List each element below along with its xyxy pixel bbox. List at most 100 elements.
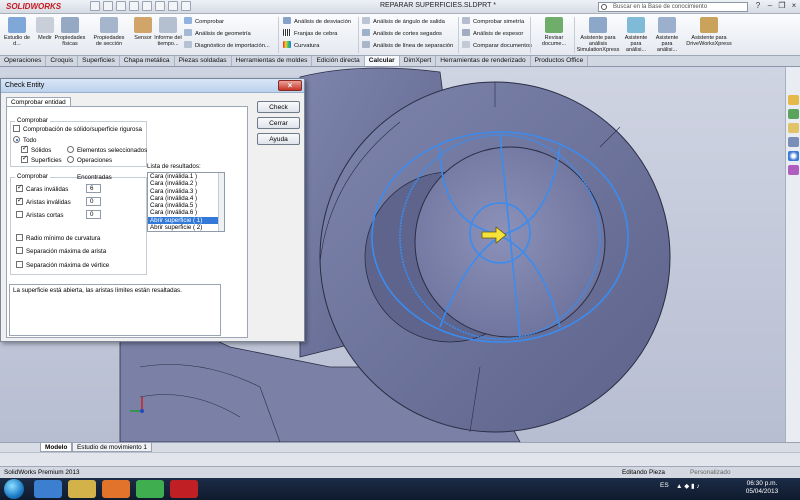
close-button[interactable]: Cerrar — [257, 117, 300, 129]
clock-date: 05/04/2013 — [745, 488, 779, 495]
tab-dimxpert[interactable]: DimXpert — [400, 56, 437, 66]
solidworks-logo[interactable]: SOLIDWORKS — [2, 1, 65, 13]
view-palette-icon[interactable] — [788, 137, 799, 147]
clock[interactable]: 06:30 p.m. 05/04/2013 — [742, 480, 782, 496]
dftxpress-button[interactable]: Asistente para análisi... — [652, 17, 682, 53]
thickness-analysis-button[interactable]: Análisis de espesor — [462, 29, 523, 38]
tab-piezas-soldadas[interactable]: Piezas soldadas — [175, 56, 232, 66]
undo-icon[interactable] — [142, 1, 152, 11]
result-item[interactable]: Abrir superficie ( 2) — [148, 224, 224, 231]
driveworksxpress-button[interactable]: Asistente para DriveWorksXpress — [684, 17, 734, 47]
solids-checkbox[interactable]: Sólidos — [21, 145, 51, 155]
result-item[interactable]: Cara (inválida.2 ) — [148, 180, 224, 187]
short-edges-checkbox[interactable]: Aristas cortas — [16, 211, 63, 220]
surfaces-checkbox[interactable]: Superficies — [21, 155, 62, 165]
rigorous-check-checkbox[interactable]: Comprobación de sólido/superficie riguro… — [13, 125, 142, 134]
tab-model[interactable]: Modelo — [40, 443, 73, 452]
restore-icon[interactable]: ❐ — [776, 1, 788, 12]
result-item[interactable]: Cara (inválida.3 ) — [148, 188, 224, 195]
max-vertex-gap-checkbox[interactable]: Separación máxima de vértice — [16, 261, 109, 270]
check-button[interactable]: Check — [257, 101, 300, 113]
custom-properties-icon[interactable] — [788, 165, 799, 175]
edit-mode: Editando Pieza — [622, 469, 665, 476]
open-file-icon[interactable] — [103, 1, 113, 11]
undercut-analysis-button[interactable]: Análisis de cortes segados — [362, 29, 442, 38]
close-window-icon[interactable]: × — [788, 1, 800, 12]
results-listbox[interactable]: Cara (inválida.1 ) Cara (inválida.2 ) Cara… — [147, 172, 225, 232]
result-item[interactable]: Cara (inválida.1 ) — [148, 173, 224, 180]
operations-radio[interactable]: Operaciones — [67, 156, 112, 165]
chrome-icon[interactable] — [136, 480, 164, 498]
tab-herramientas-de-moldes[interactable]: Herramientas de moldes — [232, 56, 313, 66]
new-file-icon[interactable] — [90, 1, 100, 11]
max-edge-gap-checkbox[interactable]: Separación máxima de arista — [16, 247, 106, 256]
print-icon[interactable] — [129, 1, 139, 11]
tab-motion-study[interactable]: Estudio de movimiento 1 — [72, 443, 152, 452]
tray-icons[interactable]: ▲ ◆ ▮ ♪ — [676, 482, 700, 490]
tab-chapa-metálica[interactable]: Chapa metálica — [120, 56, 175, 66]
media-player-icon[interactable] — [102, 480, 130, 498]
rebuild-icon[interactable] — [168, 1, 178, 11]
internet-explorer-icon[interactable] — [34, 480, 62, 498]
undercut-analysis-icon — [362, 29, 370, 36]
select-icon[interactable] — [155, 1, 165, 11]
file-explorer-icon[interactable] — [788, 123, 799, 133]
tab-superficies[interactable]: Superficies — [78, 56, 120, 66]
result-item[interactable]: Abrir superficie ( 1) — [148, 216, 224, 225]
mass-properties-icon — [61, 17, 79, 33]
tab-herramientas-de-renderizado[interactable]: Herramientas de renderizado — [436, 56, 531, 66]
options-icon[interactable] — [181, 1, 191, 11]
result-item[interactable]: Cara (inválida.6 ) — [148, 209, 224, 216]
language-indicator[interactable]: ES — [660, 482, 669, 489]
symmetry-check-button[interactable]: Comprobar simetría — [462, 17, 524, 26]
appearances-icon[interactable] — [788, 151, 799, 161]
help-icon[interactable]: ? — [752, 1, 764, 12]
start-button[interactable] — [4, 479, 24, 499]
parting-line-analysis-button[interactable]: Análisis de línea de separación — [362, 41, 453, 50]
curvature-button[interactable]: Curvatura — [283, 41, 319, 50]
resources-icon[interactable] — [788, 95, 799, 105]
simulationxpress-icon — [589, 17, 607, 33]
min-curvature-checkbox[interactable]: Radio mínimo de curvatura — [16, 234, 100, 243]
tab-productos-office[interactable]: Productos Office — [531, 56, 589, 66]
units-custom[interactable]: Personalizado — [690, 467, 731, 478]
section-properties-button[interactable]: Propiedades de sección — [90, 17, 128, 47]
tab-croquis[interactable]: Croquis — [46, 56, 79, 66]
tab-operaciones[interactable]: Operaciones — [0, 56, 47, 66]
invalid-faces-checkbox[interactable]: Caras inválidas — [16, 184, 68, 194]
zebra-stripes-button[interactable]: Franjas de cebra — [283, 29, 338, 38]
import-diagnostics-button[interactable]: Diagnóstico de importación... — [184, 41, 270, 50]
title-bar: SOLIDWORKS REPARAR SUPERFICIES.SLDPRT * … — [0, 0, 800, 14]
help-button[interactable]: Ayuda — [257, 133, 300, 145]
result-item[interactable]: Cara (inválida.5 ) — [148, 202, 224, 209]
search-icon — [601, 4, 607, 10]
mass-properties-button[interactable]: Propiedades físicas — [54, 17, 86, 47]
simulationxpress-button[interactable]: Asistente para análisis SimulationXpress — [576, 17, 620, 53]
results-scrollbar[interactable] — [218, 173, 224, 231]
check-button[interactable]: Comprobar — [184, 17, 224, 26]
compare-documents-button[interactable]: Comparar documentos — [462, 41, 532, 50]
design-checker-button[interactable]: Revisar docume... — [536, 17, 572, 47]
save-icon[interactable] — [116, 1, 126, 11]
report-button[interactable]: Informe del tiempo... — [154, 17, 182, 47]
result-item[interactable]: Cara (inválida.4 ) — [148, 195, 224, 202]
floxpress-button[interactable]: Asistente para análisi... — [622, 17, 650, 53]
file-explorer-taskbar-icon[interactable] — [68, 480, 96, 498]
check-entity-panel: Comprobar Comprobación de sólido/superfi… — [6, 106, 248, 338]
search-input[interactable]: Buscar en la Base de conocimiento — [598, 2, 748, 12]
geometry-analysis-button[interactable]: Análisis de geometría — [184, 29, 251, 38]
deviation-analysis-button[interactable]: Análisis de desviación — [283, 17, 351, 26]
group-label: Comprobar — [15, 173, 50, 180]
invalid-edges-checkbox[interactable]: Aristas inválidas — [16, 197, 71, 207]
selected-items-radio[interactable]: Elementos seleccionados — [67, 146, 147, 155]
study-button[interactable]: Estudio de d... — [2, 17, 32, 47]
solidworks-taskbar-icon[interactable] — [170, 480, 198, 498]
dialog-close-button[interactable]: × — [278, 80, 302, 91]
tab-calcular[interactable]: Calcular — [364, 56, 400, 66]
design-library-icon[interactable] — [788, 109, 799, 119]
windows-taskbar: ES ▲ ◆ ▮ ♪ 06:30 p.m. 05/04/2013 — [0, 478, 800, 500]
draft-analysis-button[interactable]: Análisis de ángulo de salida — [362, 17, 445, 26]
minimize-icon[interactable]: – — [764, 1, 776, 12]
tab-edición-directa[interactable]: Edición directa — [312, 56, 365, 66]
all-radio[interactable]: Todo — [13, 136, 36, 145]
